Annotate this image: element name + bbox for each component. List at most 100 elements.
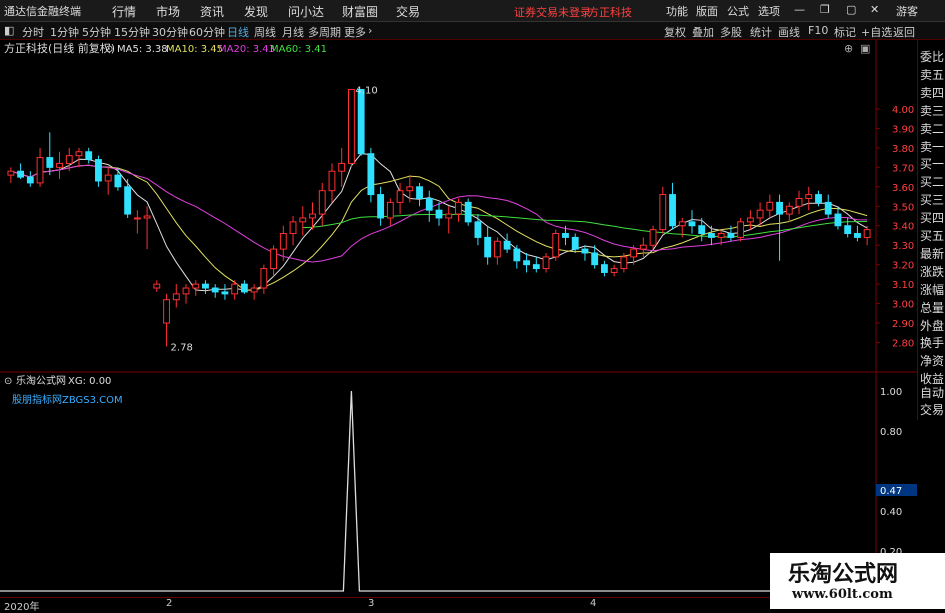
stats-button[interactable]: 统计 [750, 24, 772, 40]
candle-down [776, 201, 783, 215]
user-label[interactable]: 游客 [896, 3, 918, 19]
trade-label[interactable]: 交易 [920, 401, 944, 418]
settings-icon[interactable]: ⊙ [4, 376, 12, 387]
candle-up [143, 215, 151, 219]
period-tab-1min[interactable]: 1分钟 [50, 24, 79, 40]
candle-down [727, 233, 735, 238]
candle-up [56, 162, 63, 168]
chevron-right-icon[interactable]: › [368, 24, 372, 37]
candle-down [688, 221, 696, 227]
candle-down [571, 236, 579, 250]
period-tab-weekly[interactable]: 周线 [254, 24, 276, 40]
f10-button[interactable]: F10 [808, 24, 828, 37]
indicator-tick-08: 0.80 [880, 427, 902, 438]
period-tab-more[interactable]: 更多 [344, 24, 366, 40]
candle-down [484, 236, 492, 258]
layout-icon[interactable]: ▣ [860, 42, 870, 55]
candle-up [260, 268, 268, 289]
price-tick-label: 3.10 [892, 280, 914, 291]
period-tab-5min[interactable]: 5分钟 [82, 24, 111, 40]
price-tick-label: 3.40 [892, 222, 914, 233]
period-tab-multi[interactable]: 多周期 [308, 24, 341, 40]
price-tick-label: 3.80 [892, 144, 914, 155]
candle-up [386, 201, 394, 219]
period-tab-intraday[interactable]: 分时 [22, 24, 44, 40]
candle-down [240, 283, 248, 293]
candle-down [377, 194, 385, 219]
candle-up [678, 221, 686, 227]
candle-down [853, 233, 861, 238]
multi-stock-button[interactable]: 多股 [720, 24, 742, 40]
candle-up [309, 213, 316, 219]
candle-down [581, 248, 589, 254]
candle-up [639, 244, 647, 250]
candle-down [124, 186, 132, 215]
stock-title: 方正科技(日线 前复权) [4, 41, 115, 55]
menu-item-trade[interactable]: 交易 [396, 3, 420, 20]
candle-up [659, 194, 667, 231]
back-button[interactable]: 返回 [893, 24, 915, 40]
auto-label[interactable]: 自动 [920, 384, 944, 401]
indicator-title: 乐淘公式网 [16, 374, 66, 387]
price-tick-label: 3.00 [892, 300, 914, 311]
candle-down [591, 252, 599, 266]
candle-up [289, 221, 297, 235]
login-status[interactable]: 证券交易未登录 [514, 4, 591, 20]
period-tab-daily[interactable]: 日线 [227, 24, 249, 40]
period-tab-monthly[interactable]: 月线 [282, 24, 304, 40]
side-panel-label: 涨跌 [920, 264, 945, 279]
menu-item-ask[interactable]: 问小达 [288, 3, 324, 20]
restore-icon[interactable]: ❐ [820, 3, 830, 16]
menu-item-news[interactable]: 资讯 [200, 3, 224, 20]
period-tab-15min[interactable]: 15分钟 [114, 24, 150, 40]
period-tab-30min[interactable]: 30分钟 [152, 24, 188, 40]
candle-down [114, 174, 122, 188]
candlestick-chart[interactable]: 4.00 3.90 3.80 3.70 3.60 3.50 3.40 3.30 3.20 3.10… [0, 40, 917, 373]
minimize-icon[interactable]: — [794, 3, 805, 16]
candle-up [270, 248, 278, 270]
side-panel-label: 最新 [920, 246, 945, 261]
auto-trade-panel[interactable]: 自动 交易 [917, 384, 945, 420]
settings-icon[interactable]: ⊙ [105, 44, 113, 55]
candle-up [766, 201, 774, 211]
menu-item-discover[interactable]: 发现 [244, 3, 268, 20]
candle-down [474, 221, 482, 238]
candle-up [65, 155, 73, 164]
menu-item-formula[interactable]: 公式 [727, 3, 749, 19]
add-watchlist-button[interactable]: +自选 [861, 24, 892, 40]
menu-item-market[interactable]: 市场 [156, 3, 180, 20]
menu-item-quotes[interactable]: 行情 [112, 3, 136, 20]
overlay-button[interactable]: 叠加 [692, 24, 714, 40]
candle-down [464, 201, 472, 223]
candle-down [834, 213, 842, 227]
candle-up [348, 88, 355, 164]
candle-down [532, 264, 540, 270]
adjust-button[interactable]: 复权 [664, 24, 686, 40]
candle-down [523, 260, 530, 266]
candle-down [815, 194, 822, 203]
period-tab-60min[interactable]: 60分钟 [189, 24, 225, 40]
zoom-icon[interactable]: ⊕ [844, 42, 853, 55]
ma10-label: MA10: 3.45 [166, 44, 223, 55]
draw-line-button[interactable]: 画线 [778, 24, 800, 40]
candle-up [493, 240, 501, 258]
menu-item-options[interactable]: 选项 [758, 3, 780, 19]
menu-item-layout[interactable]: 版面 [696, 3, 718, 19]
candle-down [17, 170, 25, 178]
panel-toggle-icon[interactable]: ◧ [4, 24, 14, 37]
menu-item-function[interactable]: 功能 [666, 3, 688, 19]
price-tick-label: 2.80 [892, 339, 914, 350]
date-label-mar: 3 [368, 598, 375, 609]
close-icon[interactable]: ✕ [870, 3, 879, 16]
side-panel-label: 涨幅 [920, 282, 945, 297]
maximize-icon[interactable]: ▢ [846, 3, 856, 16]
menu-bar: 通达信金融终端 行情 市场 资讯 发现 问小达 财富圈 交易 证券交易未登录 方… [0, 0, 945, 22]
candle-down [46, 157, 54, 168]
candle-up [863, 229, 871, 238]
menu-item-wealth[interactable]: 财富圈 [342, 3, 378, 20]
mark-button[interactable]: 标记 [834, 24, 856, 40]
candle-up [153, 283, 161, 289]
candle-up [795, 197, 803, 207]
candle-down [202, 283, 209, 289]
candle-up [231, 283, 239, 295]
